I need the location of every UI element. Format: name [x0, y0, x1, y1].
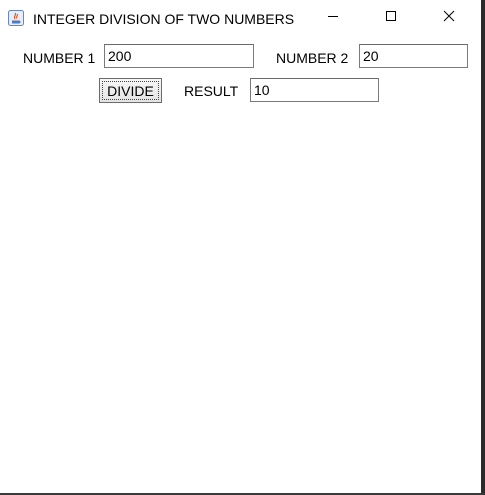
minimize-button[interactable]: [304, 0, 362, 36]
window-title: INTEGER DIVISION OF TWO NUMBERS: [33, 11, 295, 27]
result-field[interactable]: 10: [250, 78, 379, 102]
result-label: RESULT: [184, 83, 239, 99]
close-button[interactable]: [420, 0, 478, 36]
maximize-icon: [385, 9, 397, 27]
minimize-icon: [327, 9, 339, 27]
java-icon: [8, 10, 24, 26]
form-panel: NUMBER 1 200 NUMBER 2 20 DIVIDE RESULT 1…: [0, 36, 481, 493]
divide-button[interactable]: DIVIDE: [99, 78, 162, 103]
title-bar[interactable]: INTEGER DIVISION OF TWO NUMBERS: [0, 0, 481, 36]
focus-ring: [102, 81, 159, 100]
app-window: INTEGER DIVISION OF TWO NUMBERS NUMBER 1…: [0, 0, 481, 493]
number1-label: NUMBER 1: [23, 50, 96, 66]
number2-input[interactable]: 20: [359, 44, 468, 68]
number2-label: NUMBER 2: [276, 50, 349, 66]
close-icon: [443, 9, 455, 27]
maximize-button[interactable]: [362, 0, 420, 36]
number1-input[interactable]: 200: [104, 44, 254, 68]
